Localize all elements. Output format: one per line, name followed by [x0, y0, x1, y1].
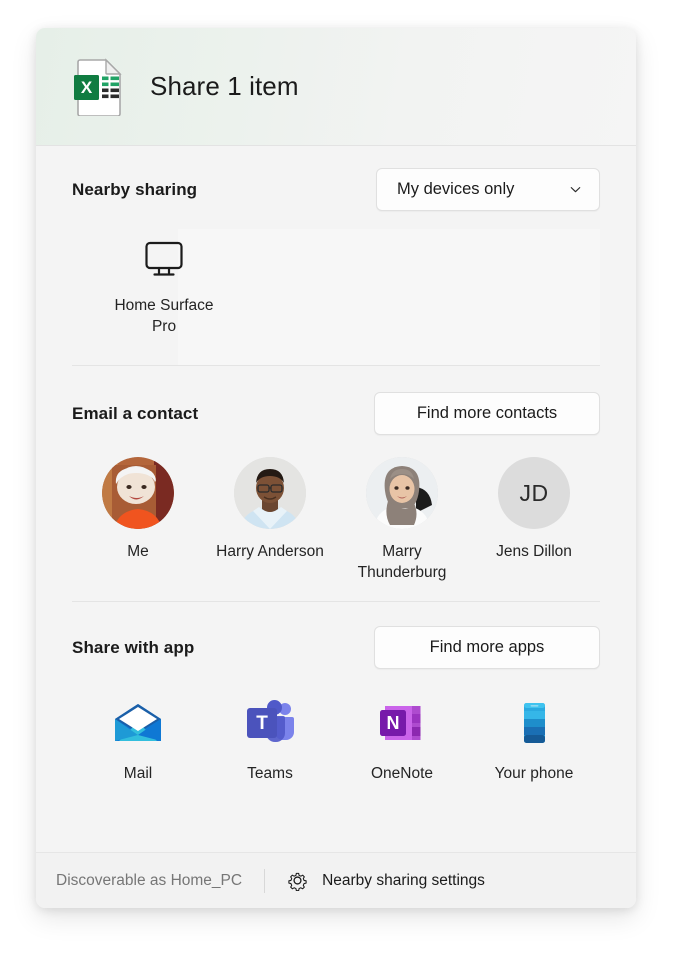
dialog-footer: Discoverable as Home_PC Nearby sharing s… [36, 852, 636, 908]
contact-label: Jens Dillon [496, 543, 572, 560]
contact-tile-harry-anderson[interactable]: Harry Anderson [204, 457, 336, 583]
nearby-sharing-settings-link[interactable]: Nearby sharing settings [287, 870, 485, 891]
find-more-contacts-label: Find more contacts [416, 404, 558, 422]
your-phone-app-icon [506, 695, 562, 751]
onenote-app-icon: N [374, 695, 430, 751]
chevron-down-icon [568, 182, 583, 197]
app-tile-onenote[interactable]: N OneNote [336, 695, 468, 784]
find-more-apps-label: Find more apps [429, 638, 545, 656]
email-contact-title: Email a contact [72, 403, 199, 423]
app-tile-your-phone[interactable]: Your phone [468, 695, 600, 784]
svg-text:T: T [256, 713, 268, 734]
contact-tile-marry-thunderburg[interactable]: Marry Thunderburg [336, 457, 468, 583]
share-with-app-section: Share with app Find more apps Mail T Tea… [36, 602, 636, 784]
avatar-initials: JD [498, 457, 570, 529]
email-contact-header: Email a contact Find more contacts [36, 392, 636, 435]
nearby-sharing-header: Nearby sharing My devices only [36, 168, 636, 211]
dialog-title: Share 1 item [150, 71, 299, 101]
nearby-sharing-title: Nearby sharing [72, 179, 198, 199]
nearby-sharing-settings-label: Nearby sharing settings [322, 871, 485, 889]
teams-app-icon: T [242, 695, 298, 751]
nearby-devices-panel: Home Surface Pro [36, 229, 636, 365]
app-tile-teams[interactable]: T Teams [204, 695, 336, 784]
contact-label: Me [127, 543, 149, 560]
contact-label: Marry Thunderburg [357, 543, 447, 581]
app-label: Teams [247, 765, 293, 782]
nearby-sharing-scope-value: My devices only [397, 180, 515, 198]
share-with-app-header: Share with app Find more apps [36, 626, 636, 669]
avatar-me [102, 457, 174, 529]
find-more-apps-button[interactable]: Find more apps [374, 626, 600, 669]
avatar-marry-thunderburg [366, 457, 438, 529]
mail-app-icon [110, 695, 166, 751]
app-label: Mail [123, 765, 153, 782]
apps-row: Mail T Teams N OneNote Your phone [36, 695, 636, 784]
app-label: Your phone [494, 765, 574, 782]
nearby-device-home-surface-pro[interactable]: Home Surface Pro [108, 237, 220, 337]
share-with-app-title: Share with app [72, 637, 195, 657]
avatar-jens-dillon: JD [498, 457, 570, 529]
nearby-sharing-scope-dropdown[interactable]: My devices only [376, 168, 600, 211]
svg-text:X: X [81, 78, 93, 97]
app-tile-mail[interactable]: Mail [72, 695, 204, 784]
contacts-row: Me Harry Anderson Marry Thunderburg JD J… [36, 457, 636, 583]
screen: X Share 1 item Nearby sharing My devices… [0, 0, 696, 962]
excel-file-icon: X [74, 57, 126, 117]
contact-label: Harry Anderson [216, 543, 324, 560]
gear-icon [287, 870, 308, 891]
email-contact-section: Email a contact Find more contacts Me Ha… [36, 366, 636, 583]
footer-divider [264, 868, 266, 893]
monitor-icon [108, 237, 220, 283]
find-more-contacts-button[interactable]: Find more contacts [374, 392, 600, 435]
svg-text:N: N [387, 713, 400, 733]
nearby-sharing-section: Nearby sharing My devices only Home Surf… [36, 146, 636, 365]
share-dialog: X Share 1 item Nearby sharing My devices… [36, 28, 636, 908]
app-label: OneNote [370, 765, 434, 782]
nearby-devices-backdrop [178, 229, 600, 365]
nearby-device-label: Home Surface Pro [114, 297, 214, 335]
contact-tile-jens-dillon[interactable]: JD Jens Dillon [468, 457, 600, 583]
dialog-header: X Share 1 item [36, 28, 636, 146]
avatar-harry-anderson [234, 457, 306, 529]
discoverable-status: Discoverable as Home_PC [56, 871, 243, 889]
contact-tile-me[interactable]: Me [72, 457, 204, 583]
dialog-body: Nearby sharing My devices only Home Surf… [36, 146, 636, 852]
